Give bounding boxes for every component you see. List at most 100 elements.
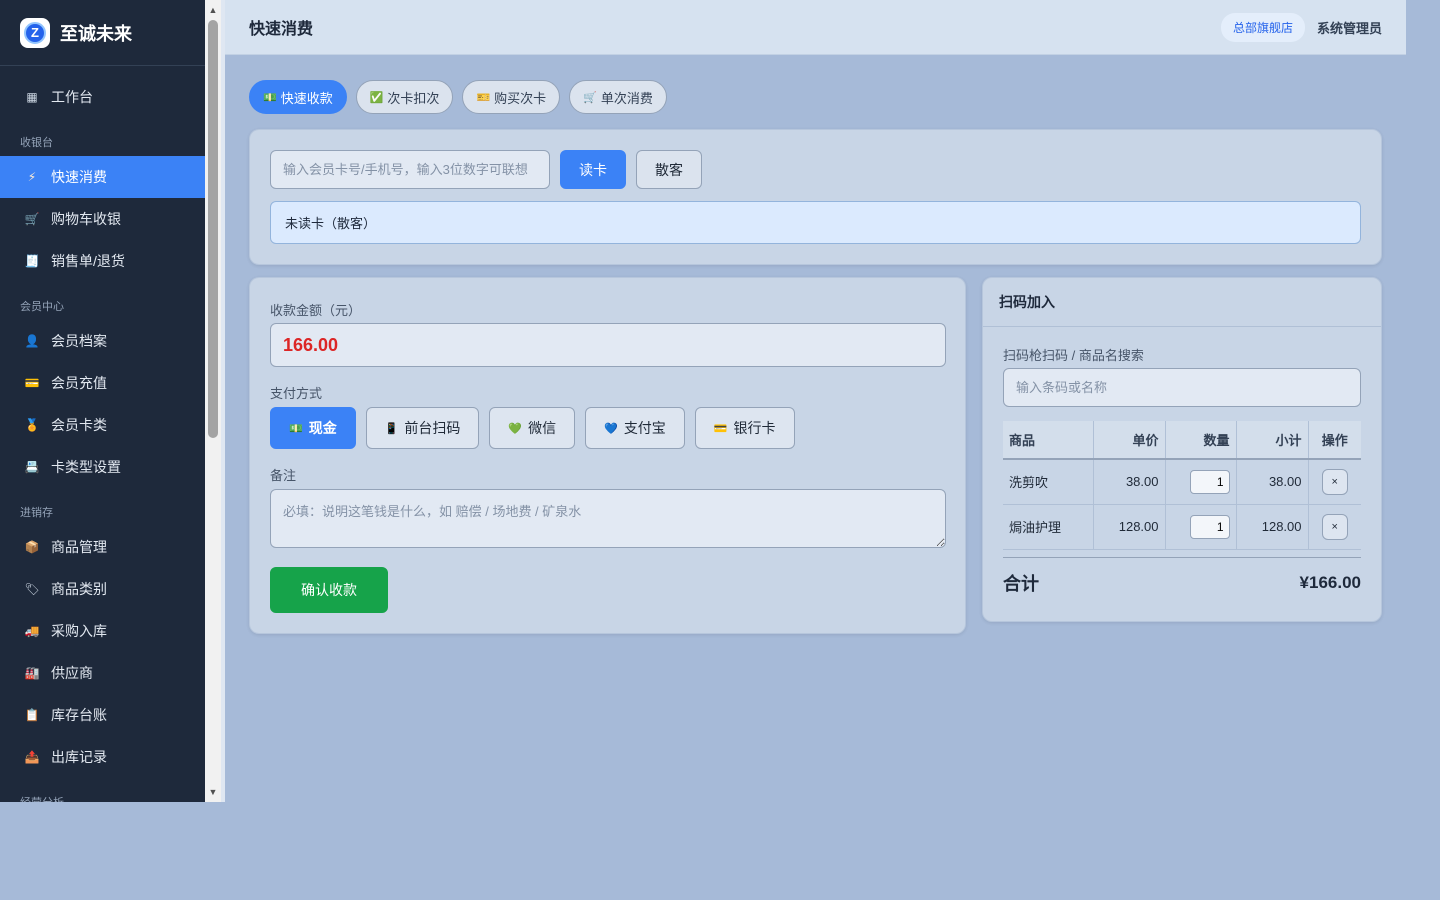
page-title: 快速消费 bbox=[249, 21, 314, 38]
tab-single-consume[interactable]: 🛒 单次消费 bbox=[569, 80, 667, 114]
column-header: 商品 bbox=[1003, 421, 1094, 460]
item-subtotal: 128.00 bbox=[1236, 504, 1309, 550]
column-header: 单价 bbox=[1093, 421, 1166, 460]
item-subtotal: 38.00 bbox=[1236, 459, 1309, 505]
pay-method-label: 支付方式 bbox=[270, 386, 323, 401]
member-status: 未读卡（散客） bbox=[270, 201, 1361, 244]
ticket-icon: 🎫 bbox=[476, 91, 491, 104]
mode-tabs: 💵 快速收款 ✅ 次卡扣次 🎫 购买次卡 🛒 单次消费 bbox=[249, 80, 676, 114]
sidebar-item-member-profiles[interactable]: 👤 会员档案 bbox=[0, 320, 205, 362]
sidebar-item-product-categories[interactable]: 🏷 商品类别 bbox=[0, 568, 205, 610]
scan-panel-title: 扫码加入 bbox=[983, 278, 1381, 327]
quantity-input[interactable] bbox=[1189, 469, 1230, 494]
pay-scan-button[interactable]: 📱 前台扫码 bbox=[365, 407, 480, 449]
pay-bankcard-button[interactable]: 💳 银行卡 bbox=[694, 407, 795, 449]
pay-label: 现金 bbox=[308, 420, 337, 436]
sidebar-item-label: 会员档案 bbox=[51, 333, 107, 349]
column-header: 小计 bbox=[1236, 421, 1309, 460]
scroll-up-arrow-icon[interactable]: ▲ bbox=[205, 2, 221, 18]
nav-group-member: 会员中心 bbox=[20, 301, 64, 313]
sidebar-item-label: 供应商 bbox=[51, 665, 93, 681]
sidebar-item-member-recharge[interactable]: 💳 会员充值 bbox=[0, 362, 205, 404]
cart-register-icon: 🛒 bbox=[24, 212, 40, 226]
sidebar-item-sales-returns[interactable]: 🧾 销售单/退货 bbox=[0, 240, 205, 282]
sidebar-item-products[interactable]: 📦 商品管理 bbox=[0, 526, 205, 568]
top-header: 快速消费 总部旗舰店 系统管理员 bbox=[225, 0, 1406, 55]
package-icon: 📦 bbox=[24, 540, 40, 554]
receipt-icon: 🧾 bbox=[24, 254, 40, 268]
total-row: 合计 ¥166.00 bbox=[1003, 557, 1361, 607]
grid-icon: ▦ bbox=[26, 90, 38, 104]
member-search-input[interactable] bbox=[270, 150, 550, 189]
tab-label: 购买次卡 bbox=[494, 90, 547, 106]
confirm-payment-button[interactable]: 确认收款 bbox=[270, 567, 388, 613]
column-header: 数量 bbox=[1165, 421, 1237, 460]
pay-wechat-button[interactable]: 💚 微信 bbox=[489, 407, 576, 449]
sidebar-item-label: 采购入库 bbox=[51, 623, 107, 639]
scan-search-label: 扫码枪扫码 / 商品名搜索 bbox=[1003, 348, 1144, 363]
sidebar-item-card-type-settings[interactable]: 📇 卡类型设置 bbox=[0, 446, 205, 488]
store-badge[interactable]: 总部旗舰店 bbox=[1220, 12, 1305, 42]
sidebar-item-label: 卡类型设置 bbox=[51, 459, 121, 475]
sidebar-item-stock-ledger[interactable]: 📋 库存台账 bbox=[0, 694, 205, 736]
truck-icon: 🚚 bbox=[24, 624, 40, 638]
item-action-cell: × bbox=[1308, 459, 1361, 505]
quantity-input[interactable] bbox=[1189, 514, 1230, 539]
scan-search-input[interactable] bbox=[1003, 368, 1361, 407]
sidebar-item-cart-register[interactable]: 🛒 购物车收银 bbox=[0, 198, 205, 240]
tab-quick-payment[interactable]: 💵 快速收款 bbox=[249, 80, 347, 114]
tab-label: 快速收款 bbox=[280, 90, 333, 106]
brand: Z 至诚未来 bbox=[0, 0, 205, 66]
sidebar-item-label: 销售单/退货 bbox=[51, 253, 125, 269]
sidebar-scrollbar[interactable]: ▲ ▼ bbox=[205, 0, 221, 802]
payment-panel: 收款金额（元） 166.00 支付方式 💵 现金 📱 前台扫码 💚 微信 💙 支… bbox=[249, 277, 966, 634]
pay-cash-button[interactable]: 💵 现金 bbox=[270, 407, 356, 449]
alipay-heart-icon: 💙 bbox=[604, 422, 618, 435]
amount-field[interactable]: 166.00 bbox=[270, 323, 946, 367]
user-name[interactable]: 系统管理员 bbox=[1317, 18, 1382, 37]
sidebar-item-label: 商品类别 bbox=[51, 581, 107, 597]
pay-alipay-button[interactable]: 💙 支付宝 bbox=[585, 407, 685, 449]
sidebar-item-purchase-inbound[interactable]: 🚚 采购入库 bbox=[0, 610, 205, 652]
total-value: ¥166.00 bbox=[1299, 572, 1361, 592]
factory-icon: 🏭 bbox=[24, 666, 40, 680]
item-price: 128.00 bbox=[1093, 504, 1166, 550]
sidebar-gutter bbox=[221, 0, 225, 802]
sidebar-item-label: 购物车收银 bbox=[51, 211, 121, 227]
sidebar-item-label: 商品管理 bbox=[51, 539, 107, 555]
item-qty-cell bbox=[1165, 504, 1237, 550]
walkin-button[interactable]: 散客 bbox=[636, 150, 702, 189]
sidebar-item-label: 库存台账 bbox=[51, 707, 107, 723]
remark-textarea[interactable] bbox=[270, 489, 946, 548]
scroll-down-arrow-icon[interactable]: ▼ bbox=[205, 784, 221, 800]
nav-group-cashier: 收银台 bbox=[20, 137, 53, 149]
sidebar-item-label: 工作台 bbox=[51, 89, 93, 105]
remove-item-button[interactable]: × bbox=[1321, 468, 1348, 495]
nav-group-inventory: 进销存 bbox=[20, 507, 53, 519]
tab-buy-card[interactable]: 🎫 购买次卡 bbox=[462, 80, 561, 114]
bank-card-icon: 💳 bbox=[713, 422, 728, 435]
card-settings-icon: 📇 bbox=[24, 460, 40, 474]
sidebar-item-quick-consume[interactable]: ⚡ 快速消费 bbox=[0, 156, 205, 198]
tag-icon: 🏷 bbox=[24, 582, 40, 596]
sidebar: Z 至诚未来 ▦ 工作台 收银台 ⚡ 快速消费 🛒 购物车收银 🧾 销售单/退货… bbox=[0, 0, 205, 802]
item-name: 洗剪吹 bbox=[1003, 459, 1094, 505]
outbox-icon: 📤 bbox=[24, 750, 40, 764]
read-card-button[interactable]: 读卡 bbox=[560, 150, 626, 189]
remove-item-button[interactable]: × bbox=[1321, 513, 1348, 540]
phone-scan-icon: 📱 bbox=[384, 422, 399, 435]
checkbox-icon: ✅ bbox=[369, 91, 384, 104]
tab-card-deduct[interactable]: ✅ 次卡扣次 bbox=[355, 80, 454, 114]
scrollbar-thumb[interactable] bbox=[208, 20, 218, 438]
table-row: 洗剪吹 38.00 38.00 × bbox=[1003, 459, 1361, 505]
sidebar-item-workbench[interactable]: ▦ 工作台 bbox=[0, 76, 205, 118]
sidebar-item-outbound-records[interactable]: 📤 出库记录 bbox=[0, 736, 205, 778]
medal-icon: 🏅 bbox=[24, 418, 40, 432]
cash-icon: 💵 bbox=[289, 422, 303, 435]
sidebar-item-suppliers[interactable]: 🏭 供应商 bbox=[0, 652, 205, 694]
brand-name: 至诚未来 bbox=[60, 23, 132, 44]
ledger-icon: 📋 bbox=[24, 708, 40, 722]
sidebar-item-member-card-types[interactable]: 🏅 会员卡类 bbox=[0, 404, 205, 446]
member-panel: 读卡 散客 未读卡（散客） bbox=[249, 129, 1382, 265]
credit-card-icon: 💳 bbox=[24, 376, 40, 390]
